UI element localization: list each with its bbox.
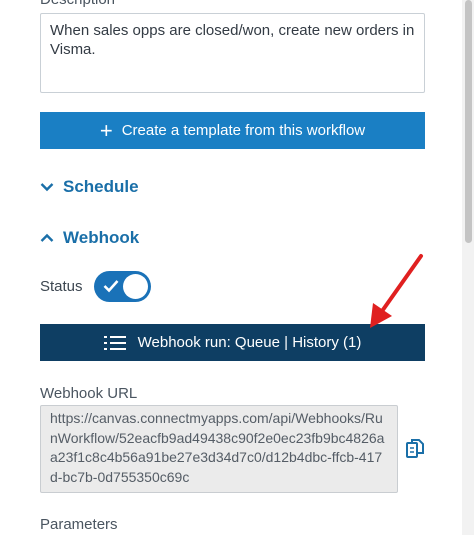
- chevron-up-icon: [40, 233, 54, 242]
- parameters-label: Parameters: [40, 516, 118, 533]
- status-label: Status: [40, 277, 83, 295]
- annotation-arrow-icon: [360, 250, 430, 335]
- check-icon: [103, 279, 119, 292]
- workflow-settings-panel: Description When sales opps are closed/w…: [0, 0, 474, 535]
- status-row: Status: [40, 270, 151, 302]
- chevron-down-icon: [40, 183, 54, 192]
- webhook-url-label: Webhook URL: [40, 385, 138, 402]
- scrollbar-thumb[interactable]: [465, 0, 472, 243]
- create-template-label: Create a template from this workflow: [121, 122, 366, 139]
- copy-icon[interactable]: [405, 438, 425, 465]
- list-icon: [103, 335, 126, 350]
- description-field[interactable]: When sales opps are closed/won, create n…: [40, 13, 425, 93]
- webhook-label: Webhook: [63, 228, 140, 247]
- status-toggle[interactable]: [93, 270, 151, 302]
- description-label: Description: [40, 0, 115, 9]
- plus-icon: +: [99, 117, 113, 143]
- webhook-run-label: Webhook run: Queue | History (1): [137, 334, 362, 351]
- schedule-label: Schedule: [63, 177, 139, 196]
- webhook-section-toggle[interactable]: Webhook: [40, 227, 139, 249]
- webhook-url-field[interactable]: https://canvas.connectmyapps.com/api/Web…: [40, 405, 398, 493]
- schedule-section-toggle[interactable]: Schedule: [40, 176, 139, 198]
- create-template-button[interactable]: + Create a template from this workflow: [40, 112, 425, 149]
- toggle-knob: [122, 273, 148, 299]
